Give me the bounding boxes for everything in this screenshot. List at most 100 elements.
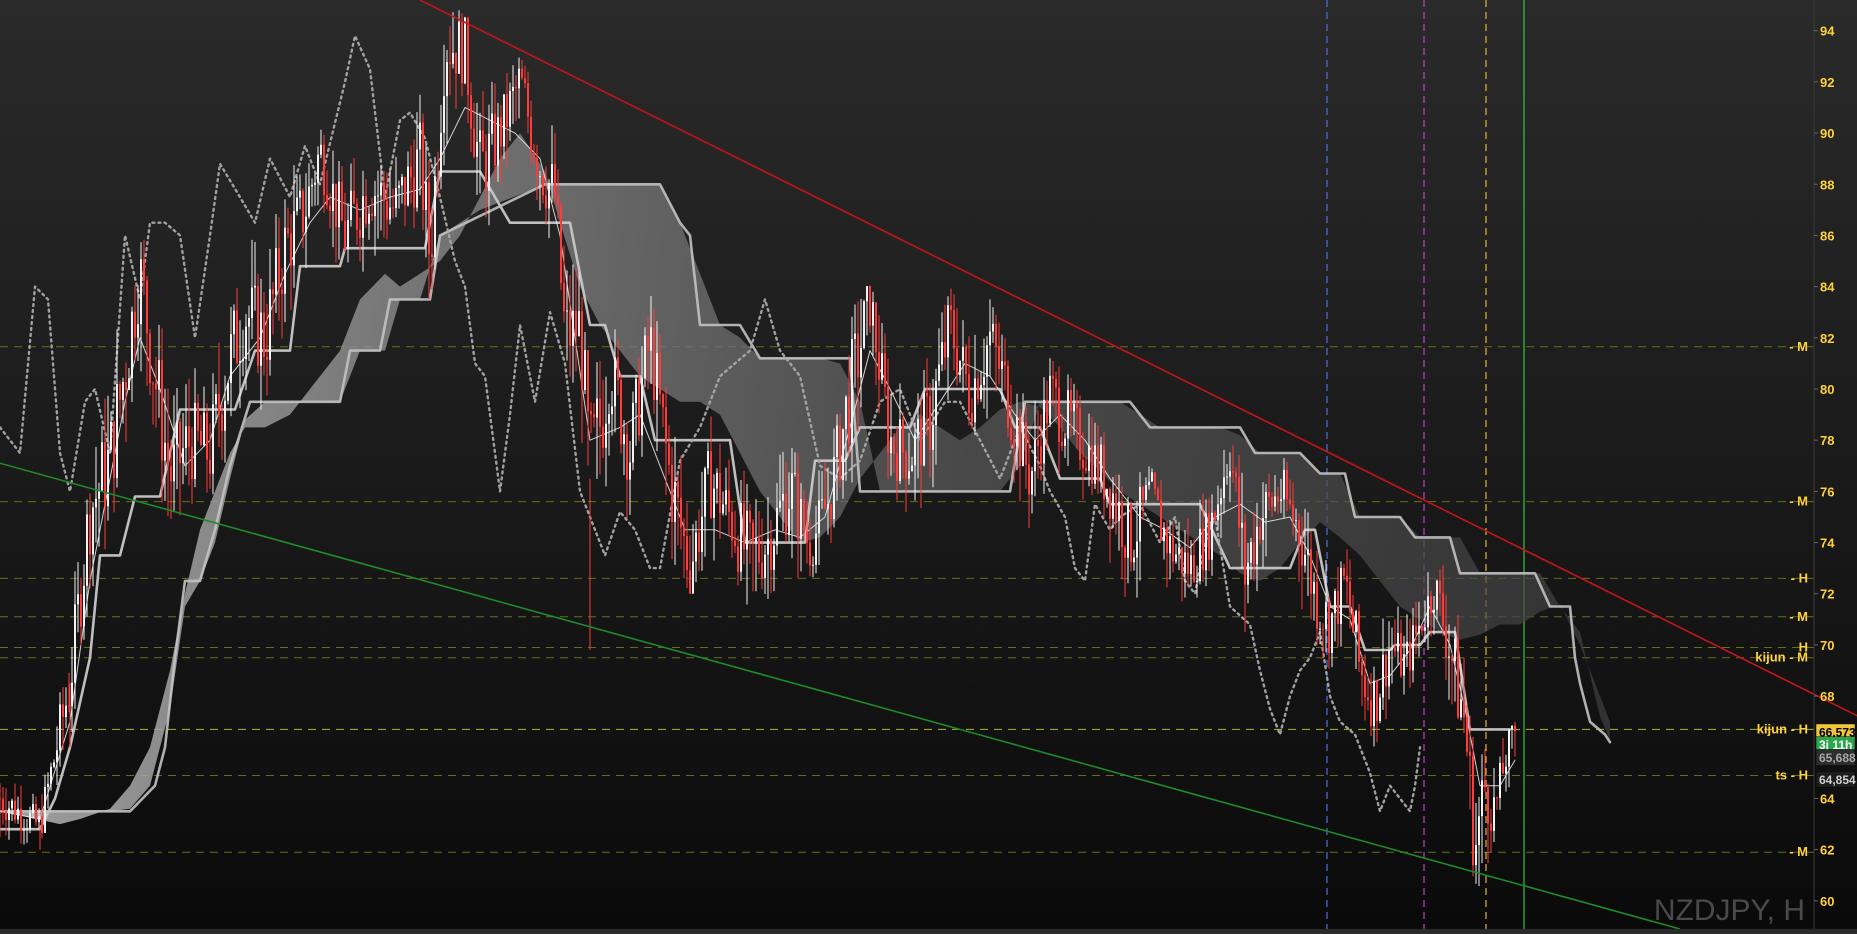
candle-body [1226, 476, 1228, 478]
price-axis[interactable]: 94 92 90 88 86 84 82 80 78 76 74 72 70 68 64 62 60 [1813, 0, 1835, 929]
candle-body [704, 468, 706, 517]
candle-body [863, 301, 865, 348]
candle-body [668, 443, 670, 465]
candle-body [968, 374, 970, 414]
candle-body [1010, 427, 1012, 441]
candle-body [404, 176, 406, 206]
candle-body [1217, 504, 1219, 521]
candle-body [794, 472, 796, 474]
candle-body [401, 176, 403, 186]
candle-body [1013, 440, 1015, 447]
candle-body [1364, 675, 1366, 698]
candle-body [1424, 627, 1426, 631]
candle-body [908, 471, 910, 479]
candle-body [998, 346, 1000, 369]
candle-body [1307, 549, 1309, 555]
candle-body [680, 497, 682, 528]
price-chart[interactable]: 94 92 90 88 86 84 82 80 78 76 74 72 70 68 64 62 60 - M - … [0, 0, 1857, 930]
axis-tick-label: 86 [1820, 228, 1834, 243]
candle-body [1208, 513, 1210, 560]
candle-body [17, 808, 19, 820]
candle-body [1235, 472, 1237, 477]
candle-body [167, 442, 169, 467]
candle-body [1442, 593, 1444, 627]
candle-body [485, 151, 487, 191]
candle-body [1076, 403, 1078, 408]
candle-body [1004, 361, 1006, 366]
candle-body [1268, 491, 1270, 497]
candle-body [554, 164, 556, 197]
candle-body [587, 350, 589, 412]
candle-body [1091, 445, 1093, 484]
candle-body [1259, 526, 1261, 540]
candle-body [731, 511, 733, 541]
candle-body [1040, 446, 1042, 464]
candle-body [128, 378, 130, 391]
candle-body [869, 286, 871, 326]
candle-body [638, 378, 640, 436]
candle-body [1352, 611, 1354, 633]
candle-body [800, 498, 802, 539]
candle-body [1343, 567, 1345, 576]
axis-tick-label: 68 [1820, 689, 1834, 704]
candle-body [137, 324, 139, 338]
candle-body [83, 585, 85, 627]
candle-body [356, 203, 358, 230]
candle-body [623, 434, 625, 445]
candle-body [1322, 628, 1324, 630]
candle-body [821, 499, 823, 501]
candle-body [719, 472, 721, 514]
candle-body [488, 133, 490, 191]
candle-body [443, 96, 445, 133]
candle-body [233, 310, 235, 335]
candle-body [2, 798, 4, 812]
candle-body [392, 207, 394, 209]
candle-body [1202, 528, 1204, 571]
candle-body [629, 462, 631, 480]
candle-body [1100, 444, 1102, 482]
candle-body [1058, 387, 1060, 443]
candle-body [1151, 472, 1153, 482]
price-badge-text: 65,688 [1819, 751, 1856, 765]
candle-body [749, 510, 751, 523]
trendline-support[interactable] [0, 462, 1681, 930]
candle-body [692, 561, 694, 594]
candle-body [1250, 542, 1252, 563]
candle-body [380, 182, 382, 196]
candle-body [1451, 656, 1453, 662]
candle-body [1133, 557, 1135, 563]
candle-body [140, 259, 142, 325]
candle-body [194, 402, 196, 480]
candle-body [881, 353, 883, 380]
price-badge-text: 64,854 [1819, 773, 1856, 787]
candle-body [1136, 541, 1138, 558]
candle-body [41, 816, 43, 833]
candle-body [614, 357, 616, 407]
candle-body [1484, 780, 1486, 788]
candle-body [482, 130, 484, 152]
candle-body [338, 181, 340, 228]
candle-body [458, 21, 460, 74]
candle-body [1421, 625, 1423, 631]
price-chart-svg[interactable]: 94 92 90 88 86 84 82 80 78 76 74 72 70 68 64 62 60 - M - … [0, 0, 1857, 930]
candle-body [365, 196, 367, 224]
candle-body [374, 196, 376, 217]
candle-body [371, 213, 373, 217]
candle-body [1019, 416, 1021, 467]
candle-body [710, 451, 712, 518]
candle-body [491, 113, 493, 134]
candle-body [962, 346, 964, 361]
candle-body [1409, 641, 1411, 671]
candle-body [1160, 500, 1162, 542]
candle-body [281, 289, 283, 294]
candle-body [1025, 422, 1027, 465]
candle-body [101, 442, 103, 491]
candle-body [86, 514, 88, 586]
candle-body [716, 472, 718, 489]
candle-body [569, 310, 571, 346]
candle-body [1094, 445, 1096, 484]
candle-body [431, 253, 433, 258]
candle-body [1148, 481, 1150, 486]
candle-body [923, 392, 925, 466]
candle-body [314, 182, 316, 185]
